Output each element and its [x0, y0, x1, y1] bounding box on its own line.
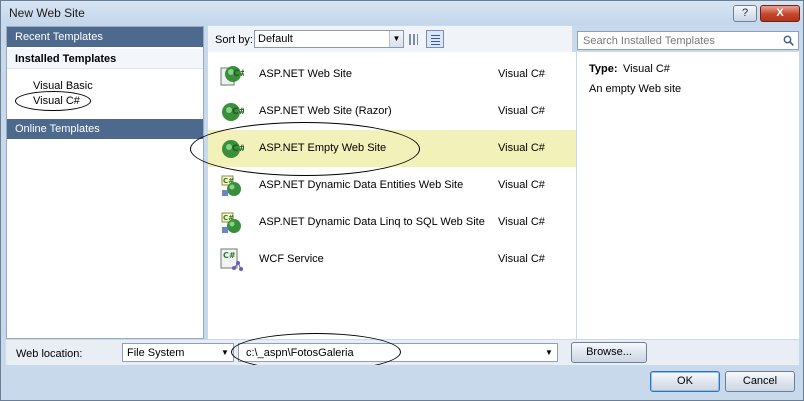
svg-text:C#: C# — [223, 251, 236, 260]
dynamic-data-icon: C# — [221, 212, 241, 233]
template-language: Visual C# — [498, 253, 545, 265]
template-toolbar: Sort by: Default ▼ — [208, 26, 572, 52]
svg-text:C#: C# — [232, 144, 244, 154]
installed-templates-header[interactable]: Installed Templates — [7, 49, 203, 69]
search-templates-input[interactable]: Search Installed Templates — [577, 31, 799, 50]
title-bar: New Web Site ? X — [1, 1, 803, 25]
template-categories-pane: Recent Templates Installed Templates Vis… — [6, 26, 204, 339]
details-description: An empty Web site — [589, 83, 682, 95]
template-name: ASP.NET Web Site (Razor) — [259, 105, 392, 117]
new-web-site-dialog: New Web Site ? X Recent Templates Instal… — [0, 0, 804, 401]
search-icon[interactable] — [783, 35, 794, 46]
browse-button[interactable]: Browse... — [571, 342, 647, 363]
sort-by-label: Sort by: — [215, 34, 253, 46]
sort-by-value: Default — [258, 33, 293, 45]
template-name: ASP.NET Dynamic Data Entities Web Site — [259, 179, 464, 191]
list-view-icon — [431, 34, 440, 45]
icon-view-icon — [409, 34, 418, 45]
template-name: ASP.NET Dynamic Data Linq to SQL Web Sit… — [259, 216, 485, 228]
template-language: Visual C# — [498, 68, 545, 80]
template-language: Visual C# — [498, 216, 545, 228]
template-name: ASP.NET Web Site — [259, 68, 352, 80]
chevron-down-icon: ▼ — [545, 348, 553, 357]
template-language: Visual C# — [498, 179, 545, 191]
template-row-wcf-service[interactable]: C# WCF Service Visual C# — [208, 241, 576, 278]
cancel-button[interactable]: Cancel — [725, 371, 795, 392]
location-type-value: File System — [127, 347, 185, 359]
globe-csharp-icon: C# — [220, 66, 244, 86]
globe-csharp-icon: C# — [222, 103, 244, 121]
globe-csharp-icon: C# — [222, 140, 244, 158]
location-path-combo[interactable]: c:\_aspn\FotosGaleria ▼ — [238, 343, 558, 362]
online-templates-header[interactable]: Online Templates — [7, 119, 203, 139]
web-location-label: Web location: — [16, 348, 83, 360]
medium-icons-view-button[interactable] — [404, 30, 422, 48]
chevron-down-icon: ▼ — [389, 31, 403, 47]
close-button[interactable]: X — [760, 5, 800, 22]
details-view-button[interactable] — [426, 30, 444, 48]
window-title: New Web Site — [9, 6, 85, 20]
tree-item-visual-csharp[interactable]: Visual C# — [33, 95, 80, 107]
tree-item-visual-basic[interactable]: Visual Basic — [33, 80, 93, 92]
template-row-aspnet-web-site-razor[interactable]: C# ASP.NET Web Site (Razor) Visual C# — [208, 93, 576, 130]
help-button[interactable]: ? — [733, 5, 757, 22]
web-location-bar: Web location: File System ▼ c:\_aspn\Fot… — [6, 333, 799, 371]
template-language: Visual C# — [498, 105, 545, 117]
location-path-value: c:\_aspn\FotosGaleria — [246, 347, 354, 359]
template-row-dynamic-data-linq[interactable]: C# ASP.NET Dynamic Data Linq to SQL Web … — [208, 204, 576, 241]
details-type-value: Visual C# — [623, 63, 670, 75]
dialog-footer: OK Cancel — [1, 365, 803, 400]
chevron-down-icon: ▼ — [221, 348, 229, 357]
wcf-service-icon: C# — [220, 248, 243, 271]
template-row-aspnet-web-site[interactable]: C# ASP.NET Web Site Visual C# — [208, 56, 576, 93]
svg-text:C#: C# — [233, 69, 244, 79]
template-name: ASP.NET Empty Web Site — [259, 142, 387, 154]
search-placeholder: Search Installed Templates — [583, 35, 715, 47]
details-type-label: Type: — [589, 63, 618, 75]
template-name: WCF Service — [259, 253, 324, 265]
template-list: C# ASP.NET Web Site Visual C# C# ASP.NET… — [190, 52, 576, 339]
template-row-aspnet-empty-web-site[interactable]: C# ASP.NET Empty Web Site Visual C# — [208, 130, 576, 167]
ok-button[interactable]: OK — [650, 371, 720, 392]
template-language: Visual C# — [498, 142, 545, 154]
sort-by-select[interactable]: Default ▼ — [254, 30, 404, 48]
template-row-dynamic-data-entities[interactable]: C# ASP.NET Dynamic Data Entities Web Sit… — [208, 167, 576, 204]
svg-text:C#: C# — [232, 107, 244, 117]
dynamic-data-icon: C# — [221, 175, 241, 196]
template-details-pane: Type: Visual C# An empty Web site — [577, 52, 799, 339]
location-type-select[interactable]: File System ▼ — [122, 343, 234, 362]
recent-templates-header[interactable]: Recent Templates — [7, 27, 203, 47]
